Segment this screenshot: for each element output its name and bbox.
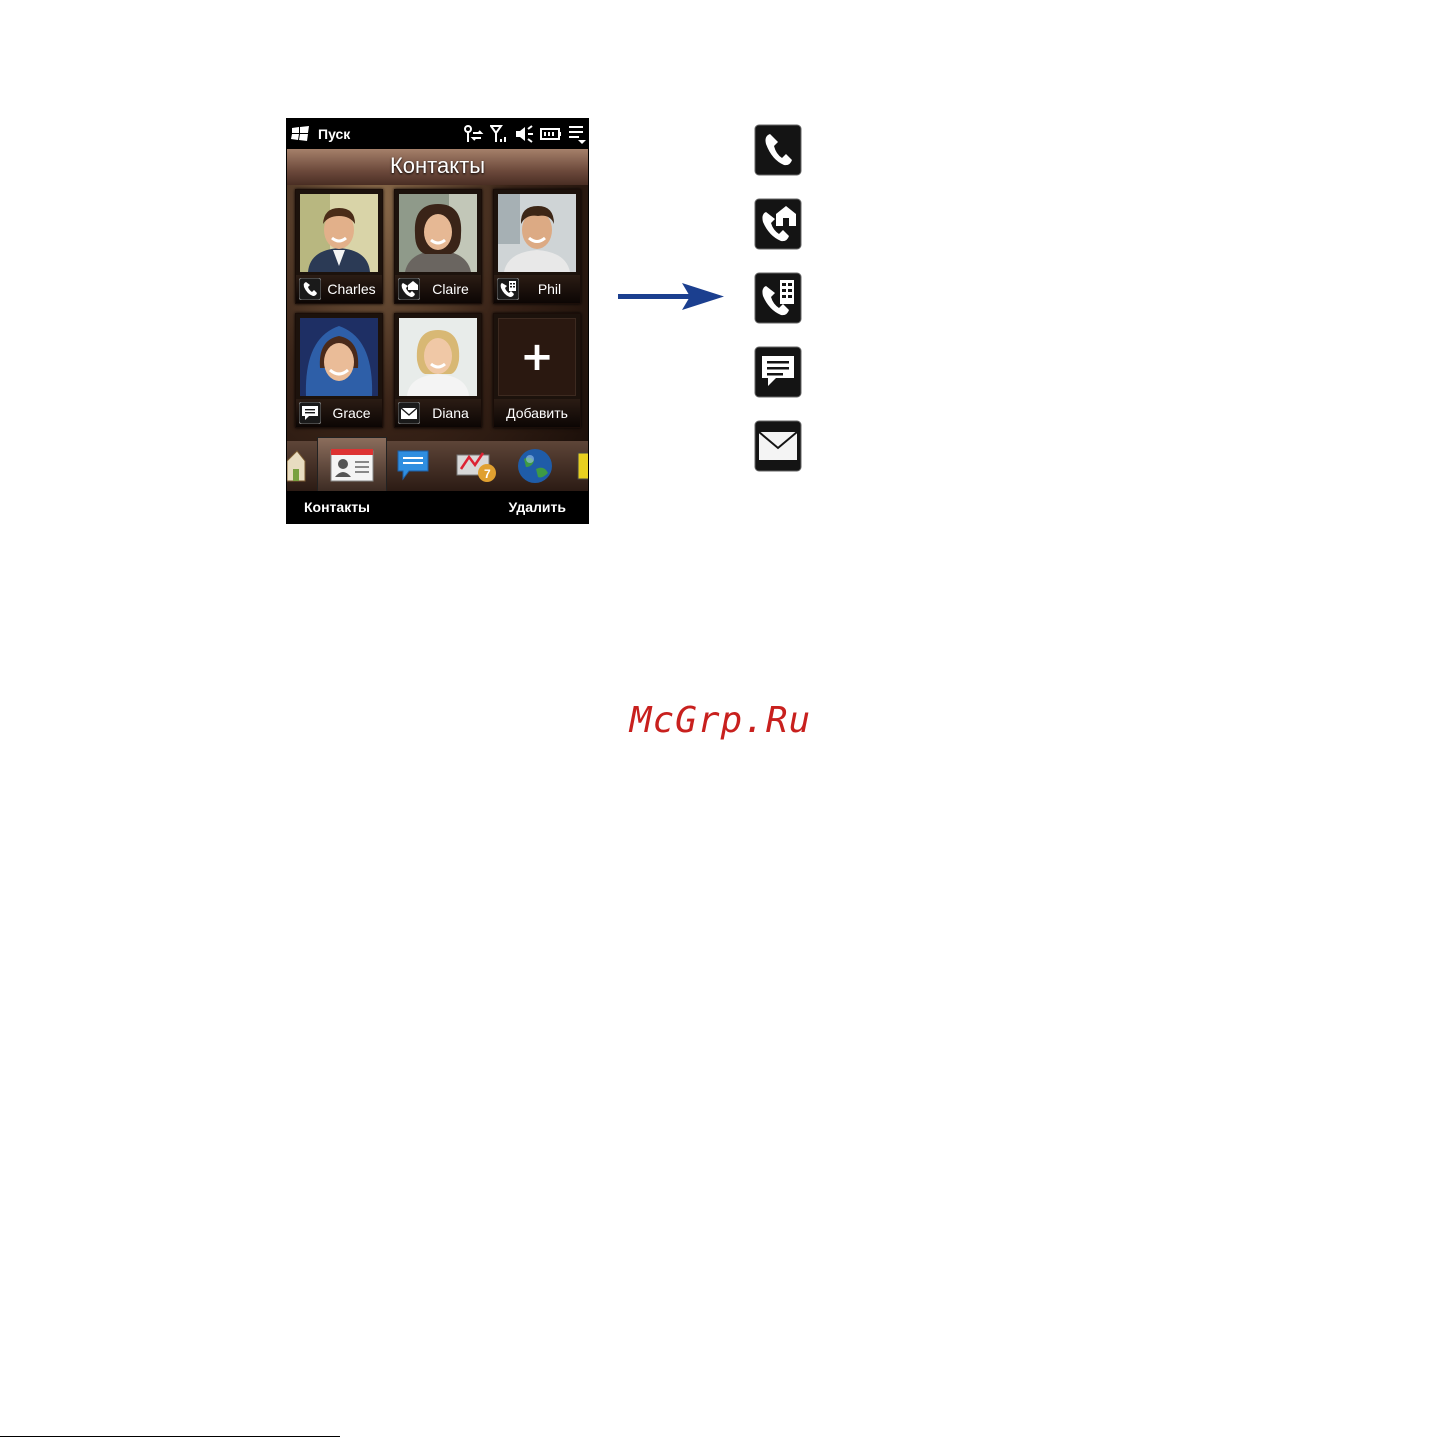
start-button[interactable]: Пуск xyxy=(318,126,350,142)
status-icons xyxy=(462,123,586,145)
contact-tile-charles[interactable]: Charles xyxy=(295,189,383,304)
contact-photo xyxy=(399,318,477,396)
contact-name: Diana xyxy=(432,405,469,421)
contact-photo xyxy=(498,194,576,272)
contact-name: Grace xyxy=(332,405,371,421)
work-phone-icon[interactable] xyxy=(497,278,519,300)
phone-icon[interactable] xyxy=(299,278,321,300)
home-tab-icon[interactable] xyxy=(287,447,307,483)
plus-icon: + xyxy=(498,318,576,396)
soft-key-bar: Контакты Удалить xyxy=(287,491,588,523)
volume-icon xyxy=(516,125,533,143)
home-phone-icon[interactable] xyxy=(398,278,420,300)
arrow-right-icon xyxy=(618,283,724,310)
add-contact-tile[interactable]: + Добавить xyxy=(493,313,581,428)
footer-divider xyxy=(0,1436,340,1437)
data-connection-icon xyxy=(464,125,484,142)
contact-name: Claire xyxy=(432,281,469,297)
title-bar: Пуск xyxy=(287,119,588,149)
contact-name: Charles xyxy=(327,281,376,297)
svg-text:7: 7 xyxy=(484,467,491,481)
next-tab-icon[interactable] xyxy=(577,447,589,483)
tile-caption: Diana xyxy=(395,399,481,427)
contact-tile-phil[interactable]: Phil xyxy=(493,189,581,304)
home-phone-icon xyxy=(754,198,802,250)
tile-caption: Grace xyxy=(296,399,382,427)
contacts-tab-icon[interactable] xyxy=(329,447,375,483)
contact-name: Phil xyxy=(537,281,562,297)
softkey-left-button[interactable]: Контакты xyxy=(304,499,370,515)
contact-tile-claire[interactable]: Claire xyxy=(394,189,482,304)
tile-caption: Phil xyxy=(494,275,580,303)
tile-caption: Claire xyxy=(395,275,481,303)
email-icon xyxy=(754,420,802,472)
work-phone-icon xyxy=(754,272,802,324)
signal-icon xyxy=(490,125,506,142)
menu-dropdown-icon[interactable] xyxy=(568,123,586,145)
internet-tab-icon[interactable] xyxy=(516,447,554,485)
email-icon[interactable] xyxy=(398,402,420,424)
tile-caption: Charles xyxy=(296,275,382,303)
phone-screen: Пуск Контакты Charles Claire Phil Grace … xyxy=(286,118,589,524)
watermark: McGrp.Ru xyxy=(629,700,812,741)
windows-flag-icon[interactable] xyxy=(291,125,311,143)
phone-icon xyxy=(754,124,802,176)
screen-title: Контакты xyxy=(389,153,486,178)
battery-icon xyxy=(540,128,561,140)
softkey-right-button[interactable]: Удалить xyxy=(509,499,566,515)
sms-icon[interactable] xyxy=(299,402,321,424)
contact-photo xyxy=(399,194,477,272)
messages-tab-icon[interactable] xyxy=(395,447,431,483)
contact-tile-grace[interactable]: Grace xyxy=(295,313,383,428)
tile-caption: Добавить xyxy=(494,399,580,427)
contact-photo xyxy=(300,318,378,396)
add-contact-label: Добавить xyxy=(506,405,568,421)
contact-photo xyxy=(300,194,378,272)
calendar-tab-icon[interactable]: 7 xyxy=(455,447,499,483)
contact-tile-diana[interactable]: Diana xyxy=(394,313,482,428)
sms-icon xyxy=(754,346,802,398)
